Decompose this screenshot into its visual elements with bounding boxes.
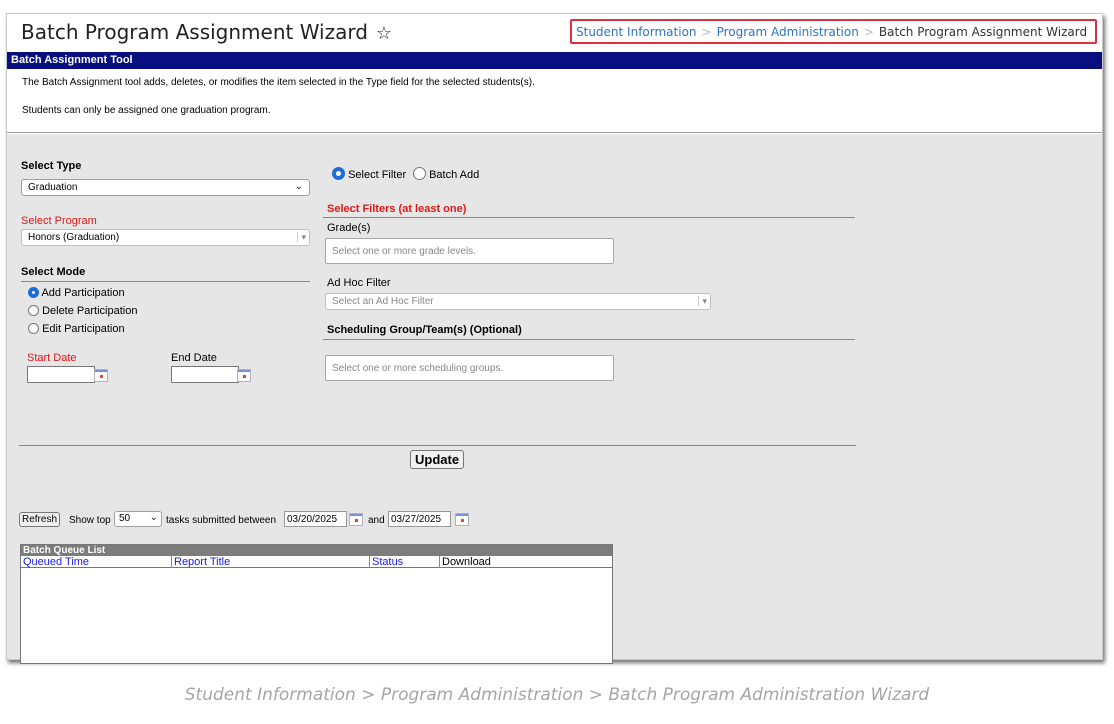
radio-delete-participation[interactable] bbox=[28, 305, 39, 316]
grades-input[interactable]: Select one or more grade levels. bbox=[325, 238, 614, 264]
select-program-value: Honors (Graduation) bbox=[28, 232, 120, 243]
column-status[interactable]: Status bbox=[369, 556, 439, 568]
page-title-text: Batch Program Assignment Wizard bbox=[21, 20, 368, 44]
scheduling-group-heading: Scheduling Group/Team(s) (Optional) bbox=[327, 324, 522, 336]
divider bbox=[323, 217, 855, 218]
radio-select-filter[interactable] bbox=[332, 167, 345, 180]
star-icon[interactable]: ☆ bbox=[376, 23, 392, 44]
page-title: Batch Program Assignment Wizard ☆ bbox=[21, 20, 392, 44]
breadcrumb-current: Batch Program Assignment Wizard bbox=[878, 24, 1088, 39]
section-header: Batch Assignment Tool bbox=[7, 52, 1102, 69]
select-filter-label: Select Filter bbox=[348, 169, 407, 181]
grades-label: Grade(s) bbox=[327, 222, 371, 234]
breadcrumb-separator: > bbox=[863, 24, 874, 39]
show-top-select[interactable]: 50 ⌄ bbox=[114, 511, 162, 527]
calendar-icon[interactable] bbox=[237, 369, 251, 382]
column-report-title[interactable]: Report Title bbox=[171, 556, 369, 568]
column-queued-time[interactable]: Queued Time bbox=[23, 556, 89, 568]
tasks-between-label: tasks submitted between bbox=[166, 515, 277, 526]
chevron-down-icon: ⌄ bbox=[149, 512, 158, 523]
mode-delete-option[interactable]: Delete Participation bbox=[28, 305, 137, 317]
breadcrumb-program-administration[interactable]: Program Administration bbox=[717, 25, 859, 39]
chevron-down-icon: ⌄ bbox=[294, 181, 303, 192]
info-panel: The Batch Assignment tool adds, deletes,… bbox=[7, 69, 1102, 133]
scheduling-groups-input[interactable]: Select one or more scheduling groups. bbox=[325, 355, 614, 381]
mode-add-label: Add Participation bbox=[41, 287, 125, 299]
update-button[interactable]: Update bbox=[410, 450, 465, 469]
divider bbox=[19, 445, 856, 446]
queue-date-from[interactable]: 03/20/2025 bbox=[284, 511, 347, 527]
mode-delete-label: Delete Participation bbox=[42, 305, 138, 317]
queue-date-to[interactable]: 03/27/2025 bbox=[388, 511, 451, 527]
batch-add-label: Batch Add bbox=[429, 169, 480, 181]
start-date-input[interactable] bbox=[27, 366, 95, 383]
chevron-down-icon: ▾ bbox=[297, 232, 306, 242]
refresh-button[interactable]: Refresh bbox=[19, 512, 61, 527]
divider bbox=[323, 339, 855, 340]
mode-edit-option[interactable]: Edit Participation bbox=[28, 323, 125, 335]
mode-edit-label: Edit Participation bbox=[42, 323, 125, 335]
and-label: and bbox=[368, 515, 385, 526]
form-area: Select Type Graduation ⌄ Select Program … bbox=[7, 134, 1102, 664]
breadcrumb-student-information[interactable]: Student Information bbox=[576, 25, 697, 39]
batch-queue-header-row: Queued Time Report Title Status Download bbox=[21, 556, 612, 568]
batch-queue-list: Batch Queue List Queued Time Report Titl… bbox=[20, 544, 613, 664]
select-mode-label: Select Mode bbox=[21, 266, 86, 278]
filter-mode-select-filter[interactable]: Select Filter bbox=[332, 167, 406, 181]
select-type-dropdown[interactable]: Graduation ⌄ bbox=[21, 179, 310, 196]
app-window: Batch Program Assignment Wizard ☆ Student… bbox=[6, 13, 1103, 664]
adhoc-filter-dropdown[interactable]: Select an Ad Hoc Filter ▾ bbox=[325, 293, 711, 310]
radio-batch-add[interactable] bbox=[413, 167, 426, 180]
select-program-dropdown[interactable]: Honors (Graduation) ▾ bbox=[21, 229, 310, 246]
calendar-icon[interactable] bbox=[455, 513, 469, 526]
page-header: Batch Program Assignment Wizard ☆ Student… bbox=[7, 14, 1102, 51]
radio-add-participation[interactable] bbox=[28, 287, 39, 298]
select-program-label: Select Program bbox=[21, 215, 97, 227]
end-date-label: End Date bbox=[171, 352, 217, 364]
adhoc-filter-label: Ad Hoc Filter bbox=[327, 277, 391, 289]
show-top-label: Show top bbox=[69, 515, 111, 526]
info-text-2: Students can only be assigned one gradua… bbox=[22, 105, 271, 116]
calendar-icon[interactable] bbox=[94, 369, 108, 382]
figure-caption: Student Information > Program Administra… bbox=[184, 685, 930, 705]
divider bbox=[21, 281, 310, 282]
breadcrumb-separator: > bbox=[701, 24, 712, 39]
info-text-1: The Batch Assignment tool adds, deletes,… bbox=[22, 77, 535, 88]
radio-edit-participation[interactable] bbox=[28, 323, 39, 334]
adhoc-filter-placeholder: Select an Ad Hoc Filter bbox=[332, 296, 434, 307]
batch-queue-title: Batch Queue List bbox=[21, 545, 612, 556]
calendar-icon[interactable] bbox=[349, 513, 363, 526]
chevron-down-icon: ▾ bbox=[698, 296, 707, 306]
select-filters-heading: Select Filters (at least one) bbox=[327, 203, 467, 215]
select-type-value: Graduation bbox=[28, 182, 78, 193]
end-date-input[interactable] bbox=[171, 366, 239, 383]
start-date-label: Start Date bbox=[27, 352, 77, 364]
select-type-label: Select Type bbox=[21, 160, 82, 172]
breadcrumb: Student Information > Program Administra… bbox=[570, 19, 1097, 44]
show-top-value: 50 bbox=[119, 513, 131, 524]
filter-mode-batch-add[interactable]: Batch Add bbox=[413, 167, 479, 181]
mode-add-option[interactable]: Add Participation bbox=[28, 287, 125, 299]
column-download: Download bbox=[439, 556, 509, 568]
